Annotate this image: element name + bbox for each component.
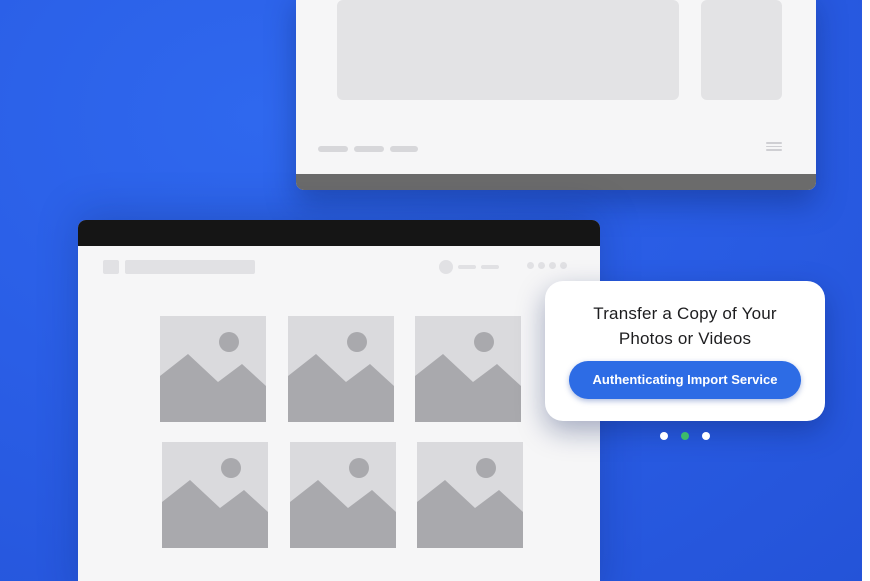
card-title: Transfer a Copy of Your Photos or Videos: [545, 301, 825, 351]
frame-edge: [862, 0, 870, 581]
window-title-bar: [78, 220, 600, 246]
toolbar-placeholder-pill: [481, 265, 499, 269]
address-bar-placeholder: [125, 260, 255, 274]
toolbar-placeholder-pill: [458, 265, 476, 269]
footer-placeholder-pill: [318, 146, 348, 152]
footer-placeholder-pill: [390, 146, 418, 152]
card-title-line: Transfer a Copy of Your: [593, 304, 777, 323]
pagination-dot[interactable]: [681, 432, 689, 440]
foreground-browser-window: [78, 220, 600, 581]
toolbar-placeholder-dot: [527, 262, 534, 269]
content-placeholder-main: [337, 0, 679, 100]
image-placeholder-icon: [417, 458, 523, 548]
toolbar-placeholder-dot: [560, 262, 567, 269]
pagination-dot[interactable]: [702, 432, 710, 440]
photo-thumbnail: [415, 316, 521, 422]
footer-placeholder-pill: [354, 146, 384, 152]
photo-thumbnail: [290, 442, 396, 548]
pagination-dot[interactable]: [660, 432, 668, 440]
toolbar-avatar-placeholder: [439, 260, 453, 274]
background-browser-window: [296, 0, 816, 190]
image-placeholder-icon: [162, 458, 268, 548]
image-placeholder-icon: [290, 458, 396, 548]
photo-thumbnail: [162, 442, 268, 548]
window-bottom-bar: [296, 174, 816, 190]
toolbar-placeholder-dot: [549, 262, 556, 269]
toolbar-placeholder-dot: [538, 262, 545, 269]
transfer-info-card: Transfer a Copy of Your Photos or Videos…: [545, 281, 825, 421]
image-placeholder-icon: [288, 332, 394, 422]
card-title-line: Photos or Videos: [618, 329, 752, 348]
address-icon-placeholder: [103, 260, 119, 274]
authenticating-status-button[interactable]: Authenticating Import Service: [569, 361, 801, 399]
carousel-pagination: [660, 432, 720, 442]
photo-thumbnail: [417, 442, 523, 548]
photo-thumbnail: [288, 316, 394, 422]
content-placeholder-side: [701, 0, 782, 100]
image-placeholder-icon: [415, 332, 521, 422]
photo-thumbnail: [160, 316, 266, 422]
promo-illustration: Transfer a Copy of Your Photos or Videos…: [0, 0, 870, 581]
hamburger-menu-icon: [766, 140, 782, 152]
image-placeholder-icon: [160, 332, 266, 422]
